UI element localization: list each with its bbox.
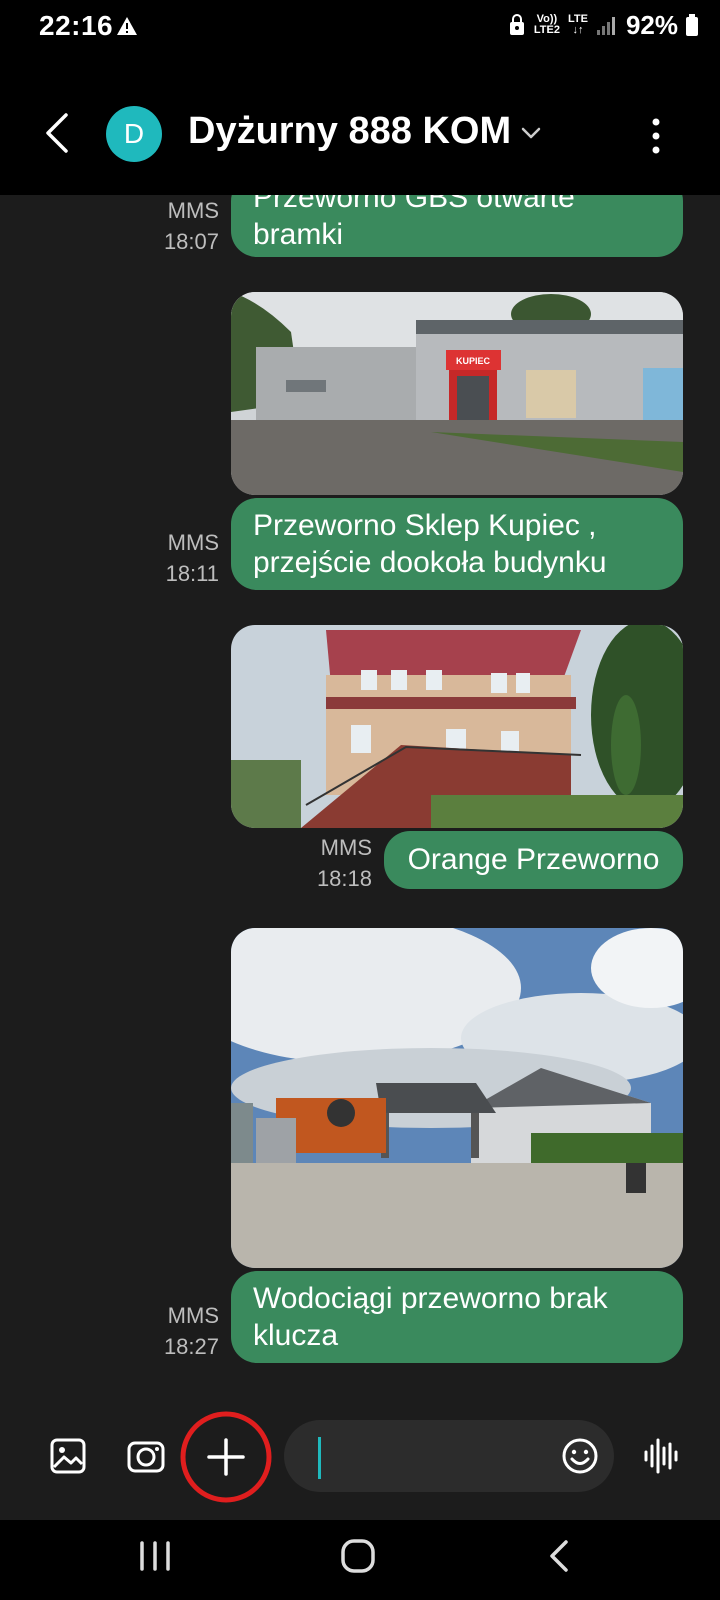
message-type: MMS xyxy=(167,1303,219,1328)
voice-icon[interactable] xyxy=(642,1436,682,1476)
camera-icon[interactable] xyxy=(126,1437,166,1475)
add-button[interactable] xyxy=(180,1411,272,1503)
message-type: MMS xyxy=(167,198,219,223)
message-type: MMS xyxy=(167,530,219,555)
message-text: klucza xyxy=(253,1319,339,1352)
message-list[interactable]: Przeworno GBS otwarte bramki MMS 18:07 K… xyxy=(0,195,720,1400)
contact-name[interactable]: Dyżurny 888 KOM xyxy=(188,110,511,153)
volte-line2: LTE2 xyxy=(533,24,560,36)
chevron-down-icon[interactable] xyxy=(520,122,542,144)
message-type: MMS xyxy=(320,835,372,860)
more-icon[interactable] xyxy=(646,116,666,156)
photo-attachment[interactable] xyxy=(231,625,683,828)
message-text: Wodociągi przeworno brak xyxy=(253,1282,608,1315)
message-time: 18:27 xyxy=(163,1334,219,1359)
message-text: bramki xyxy=(253,218,344,251)
message-bubble[interactable]: Przeworno Sklep Kupiec , przejście dooko… xyxy=(231,498,683,590)
battery-icon xyxy=(686,14,698,36)
gallery-icon[interactable] xyxy=(49,1437,87,1475)
message-meta: MMS 18:07 xyxy=(164,195,219,257)
message-text: Przeworno GBS otwarte xyxy=(253,195,575,214)
nav-back-icon[interactable] xyxy=(547,1539,571,1573)
waterworks-photo xyxy=(231,928,683,1268)
recents-icon[interactable] xyxy=(136,1539,174,1573)
home-icon[interactable] xyxy=(339,1537,377,1575)
message-text: Przeworno Sklep Kupiec , xyxy=(253,509,597,542)
lte-indicator: LTE ↓↑ xyxy=(568,14,588,36)
message-time: 18:18 xyxy=(316,866,372,891)
back-icon[interactable] xyxy=(42,111,72,155)
text-cursor xyxy=(318,1437,321,1479)
status-time: 22:16 xyxy=(39,10,114,41)
add-icon xyxy=(207,1438,245,1476)
message-time: 18:07 xyxy=(163,229,219,254)
message-bubble[interactable]: Orange Przeworno xyxy=(384,831,683,889)
avatar[interactable]: D xyxy=(106,106,162,162)
shop-sign: KUPIEC xyxy=(456,356,491,366)
message-bubble[interactable]: Wodociągi przeworno brak klucza xyxy=(231,1271,683,1363)
photo-attachment[interactable] xyxy=(231,928,683,1268)
emoji-icon[interactable] xyxy=(561,1437,599,1475)
status-indicators: Vo)) LTE2 LTE ↓↑ 92% xyxy=(508,10,698,40)
shop-photo: KUPIEC xyxy=(231,292,683,495)
data-arrows: ↓↑ xyxy=(572,24,584,36)
volte-indicator: Vo)) LTE2 xyxy=(534,14,560,36)
warning-icon xyxy=(117,17,137,35)
sim-lock-icon xyxy=(509,14,524,35)
photo-attachment[interactable]: KUPIEC xyxy=(231,292,683,495)
message-text: przejście dookoła budynku xyxy=(253,546,607,579)
building-photo xyxy=(231,625,683,828)
message-meta: MMS 18:11 xyxy=(166,527,219,589)
message-time: 18:11 xyxy=(165,561,219,586)
signal-icon xyxy=(596,17,615,35)
message-meta: MMS 18:18 xyxy=(317,832,372,894)
message-text: Orange Przeworno xyxy=(407,843,660,876)
battery-percent: 92% xyxy=(625,9,678,40)
message-bubble[interactable]: Przeworno GBS otwarte bramki xyxy=(231,195,683,257)
message-meta: MMS 18:27 xyxy=(164,1300,219,1362)
